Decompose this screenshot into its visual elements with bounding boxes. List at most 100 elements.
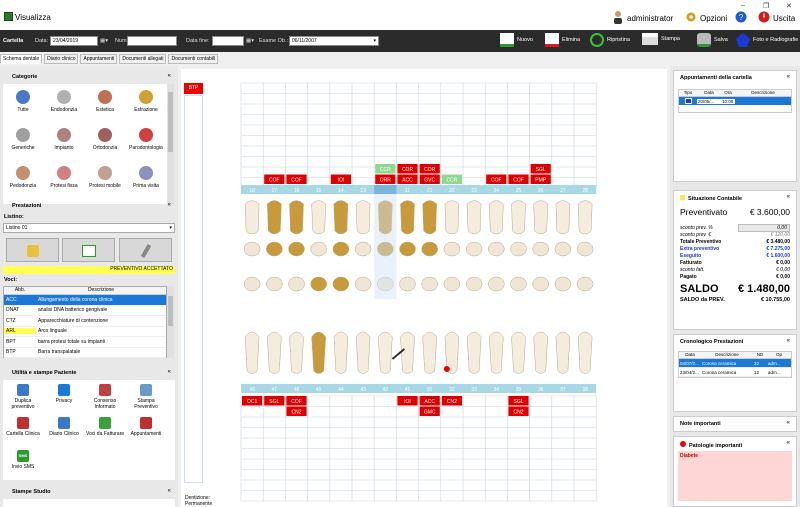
upper-occlusal-tooth[interactable] (465, 241, 483, 257)
lower-occlusal-tooth[interactable] (465, 276, 483, 292)
exit-button[interactable]: Uscita (773, 14, 795, 23)
power-icon[interactable] (758, 11, 770, 23)
upper-occlusal-tooth[interactable] (243, 241, 261, 257)
tab-diario-clinico[interactable]: Diario clinico (44, 54, 79, 64)
upper-tooth[interactable] (489, 200, 504, 235)
util-consenso-informato[interactable]: Consenso Informato (85, 384, 125, 410)
tooth-number[interactable]: 33 (471, 387, 477, 393)
upper-tooth[interactable] (333, 200, 349, 235)
tooth-number[interactable]: 48 (249, 387, 255, 393)
table-button[interactable] (62, 238, 115, 262)
util-invio-sms[interactable]: SMS Invio SMS (3, 450, 43, 470)
tooth-number[interactable]: 44 (338, 387, 344, 393)
situazione-header[interactable]: Situazione Contabile « (674, 191, 796, 205)
tooth-number[interactable]: 23 (471, 188, 477, 194)
lower-occlusal-tooth[interactable] (310, 276, 327, 292)
table-row[interactable]: 20/05/... 10:00 (679, 97, 791, 105)
lower-occlusal-tooth[interactable] (332, 276, 350, 292)
upper-tooth[interactable] (466, 200, 482, 235)
lower-occlusal-tooth[interactable] (421, 276, 438, 292)
category-pedodonzia[interactable]: Pedodonzia (3, 166, 43, 189)
collapse-icon[interactable]: « (787, 74, 790, 80)
scroll-thumb[interactable] (168, 296, 173, 326)
collapse-icon[interactable]: « (168, 369, 171, 375)
collapse-icon[interactable]: « (787, 338, 790, 344)
collapse-icon[interactable]: « (168, 73, 171, 79)
upper-occlusal-tooth[interactable] (510, 241, 527, 257)
upper-tooth[interactable] (355, 200, 371, 235)
tooth-number[interactable]: 16 (294, 188, 300, 194)
category-prima-visita[interactable]: Prima visita (126, 166, 166, 189)
tooth-number[interactable]: 36 (538, 387, 544, 393)
voci-scrollbar[interactable] (167, 286, 174, 358)
lower-occlusal-tooth[interactable] (243, 276, 261, 292)
lower-tooth[interactable] (400, 331, 415, 374)
sconto-pct-field[interactable]: 0,00 (738, 223, 790, 232)
category-parodontologia[interactable]: Parodontologia (126, 128, 166, 151)
tooth-number[interactable]: 38 (582, 387, 588, 393)
tooth-number[interactable]: 26 (538, 188, 544, 194)
tooth-number[interactable]: 14 (338, 188, 344, 194)
util-cartella-clinica[interactable]: Cartella Clinica (3, 417, 43, 437)
categorie-scrollbar[interactable] (167, 84, 174, 204)
lower-tooth[interactable] (267, 331, 282, 374)
selected-tooth-number[interactable] (374, 185, 397, 194)
appuntamenti-header[interactable]: Appuntamenti della cartella « (674, 71, 796, 85)
category-ortodonzia[interactable]: Ortodonzia (85, 128, 125, 151)
collapse-icon[interactable]: « (168, 202, 171, 208)
lower-occlusal-tooth[interactable] (576, 276, 594, 292)
category-estrazione[interactable]: Estrazione (126, 90, 166, 113)
tooth-number[interactable]: 27 (560, 188, 566, 194)
upper-tooth[interactable] (289, 200, 304, 235)
tooth-number[interactable]: 15 (316, 188, 322, 194)
lower-tooth[interactable] (355, 331, 371, 374)
upper-occlusal-tooth[interactable] (266, 241, 283, 257)
tooth-number[interactable]: 43 (360, 387, 366, 393)
cronologico-header[interactable]: Cronologico Prestazioni « (674, 335, 796, 349)
category-tutte[interactable]: Tutte (3, 90, 43, 113)
upper-tooth[interactable] (577, 200, 593, 235)
save-button[interactable]: Salva (697, 33, 728, 47)
tooth-number[interactable]: 13 (360, 188, 366, 194)
maximize-button[interactable]: ❐ (763, 2, 769, 10)
date-field[interactable]: 23/04/2019 (50, 36, 98, 46)
lower-tooth[interactable] (533, 331, 548, 374)
delete-button[interactable]: Elimina (545, 33, 580, 47)
prestazioni-header[interactable]: Prestazioni « (3, 201, 175, 211)
tab-documenti-contabili[interactable]: Documenti contabili (168, 54, 219, 64)
options-button[interactable]: Opzioni (700, 14, 727, 23)
upper-tooth[interactable] (422, 200, 437, 235)
table-row[interactable]: 04/07/2... Corona ceramica 22 adm... (679, 359, 791, 368)
upper-tooth[interactable] (267, 200, 282, 235)
tooth-number[interactable]: 24 (494, 188, 500, 194)
lower-tooth[interactable] (244, 331, 260, 374)
tools-button[interactable] (119, 238, 172, 262)
collapse-icon[interactable]: « (787, 420, 790, 426)
upper-occlusal-tooth[interactable] (576, 241, 594, 257)
tooth-number[interactable]: 34 (494, 387, 500, 393)
upper-occlusal-tooth[interactable] (310, 241, 327, 257)
table-row[interactable]: BPT barra protesi totale su impianti (4, 337, 166, 348)
category-protesi-fissa[interactable]: Protesi fissa (44, 166, 84, 189)
lower-occlusal-tooth[interactable] (443, 276, 461, 292)
tooth-number[interactable]: 25 (516, 188, 522, 194)
upper-occlusal-tooth[interactable] (488, 241, 505, 257)
tab-appuntamenti[interactable]: Appuntamenti (80, 54, 118, 64)
table-row[interactable]: BTP Barra transpalatale (4, 347, 166, 358)
lower-tooth[interactable] (555, 331, 571, 374)
tab-documenti-allegati[interactable]: Documenti allegati (119, 54, 167, 64)
upper-occlusal-tooth[interactable] (354, 241, 372, 257)
lock-button[interactable] (6, 238, 59, 262)
upper-occlusal-tooth[interactable] (332, 241, 350, 257)
upper-occlusal-tooth[interactable] (288, 241, 305, 257)
tooth-number[interactable]: 45 (316, 387, 322, 393)
lower-tooth[interactable] (422, 331, 437, 374)
util-voci-da-fatturare[interactable]: Voci da Fatturare (85, 417, 125, 437)
minimize-button[interactable]: – (741, 2, 745, 9)
tab-schema-dentale[interactable]: Schema dentale (0, 54, 43, 64)
collapse-icon[interactable]: « (787, 194, 790, 200)
num-field[interactable] (127, 36, 177, 46)
tooth-number[interactable]: 18 (249, 188, 255, 194)
util-duplica-preventivo[interactable]: Duplica preventivo (3, 384, 43, 410)
utilita-header[interactable]: Utilità e stampe Paziente « (3, 368, 175, 378)
